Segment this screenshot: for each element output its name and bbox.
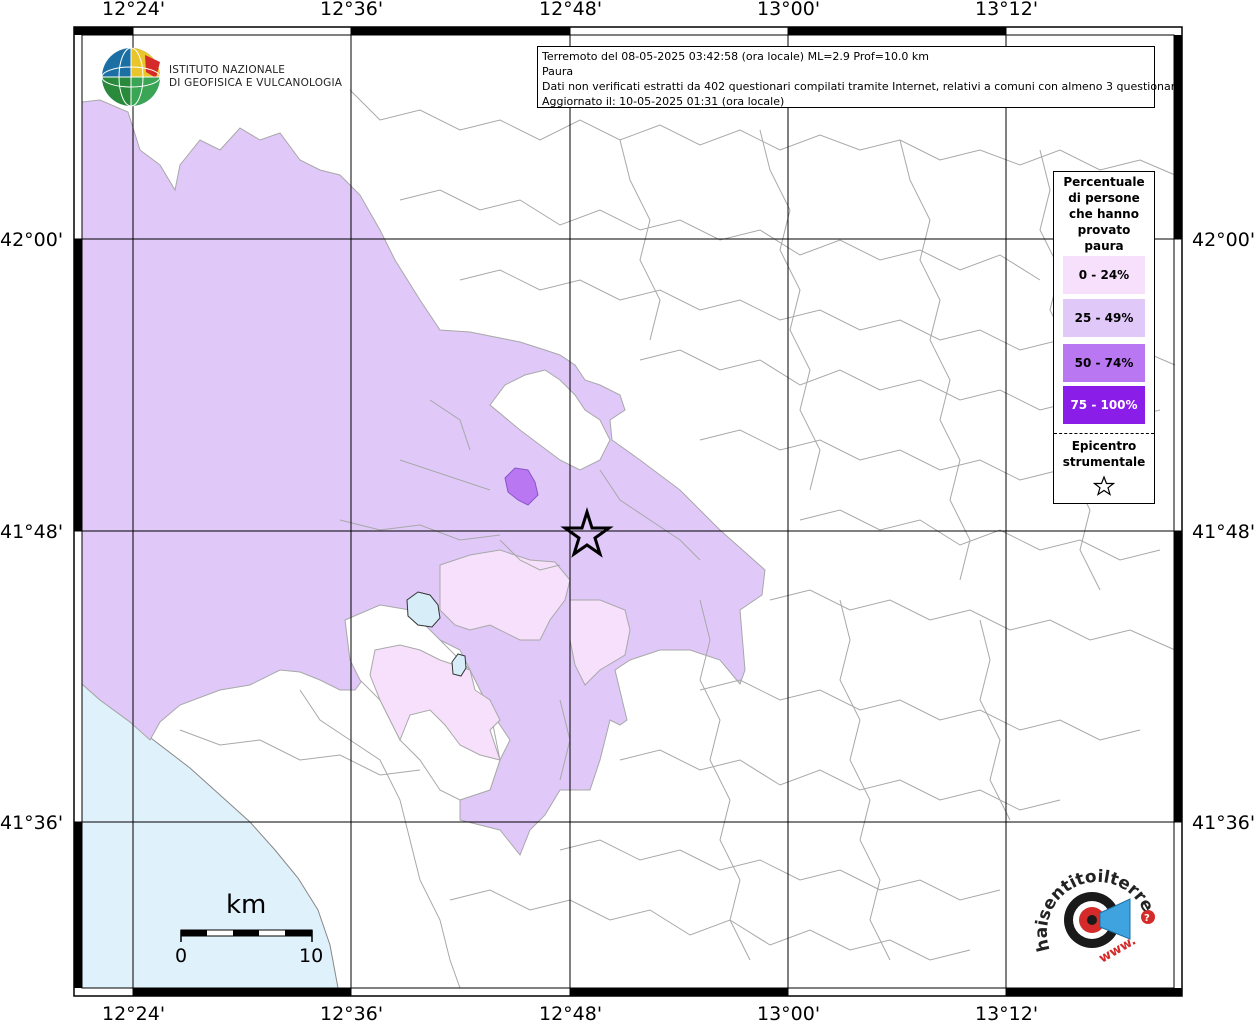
epicenter-legend-line: strumentale [1062,455,1146,469]
map-parameter: Paura [542,65,574,78]
bottom-tick-label-2: 12°36' [320,1003,384,1025]
epicenter-legend-label: Epicentro strumentale [1054,438,1154,470]
legend-title: Percentuale di persone che hanno provato… [1054,174,1154,254]
legend-swatch-label: 0 - 24% [1078,268,1130,282]
haisentito-badge: haisentitoilterremoto.it ? www. [1030,855,1158,966]
right-tick-label-2: 41°48' [1192,521,1256,543]
legend-swatch-50-74: 50 - 74% [1063,344,1145,382]
legend-panel: Percentuale di persone che hanno provato… [1053,171,1155,504]
badge-question-mark: ? [1144,913,1150,924]
update-timestamp: Aggiornato il: 10-05-2025 01:31 (ora loc… [542,95,785,108]
top-tick-label-4: 13°00' [757,0,821,20]
ingv-logo-line2: DI GEOFISICA E VULCANOLOGIA [169,77,343,89]
legend-swatch-75-100: 75 - 100% [1063,386,1145,424]
bottom-tick-label-5: 13°12' [975,1003,1039,1025]
legend-title-line: di persone [1068,191,1140,205]
left-tick-label-2: 41°48' [0,521,64,543]
legend-swatch-label: 25 - 49% [1074,311,1134,325]
right-tick-label-3: 41°36' [1192,812,1256,834]
bottom-tick-label-4: 13°00' [757,1003,821,1025]
legend-divider [1054,433,1154,434]
scale-unit-label: km [226,890,267,920]
top-tick-label-1: 12°24' [102,0,166,20]
ingv-logo-text: ISTITUTO NAZIONALE DI GEOFISICA E VULCAN… [169,64,342,90]
legend-title-line: che hanno [1069,207,1139,221]
left-tick-label-1: 42°00' [0,229,64,251]
legend-swatch-25-49: 25 - 49% [1063,299,1145,337]
data-disclaimer: Dati non verificati estratti da 402 ques… [542,80,1182,93]
top-tick-label-5: 13°12' [975,0,1039,20]
epicenter-legend-line: Epicentro [1071,439,1137,453]
ingv-logo-line1: ISTITUTO NAZIONALE [169,64,286,76]
legend-swatch-label: 75 - 100% [1070,398,1138,412]
scale-max-label: 10 [299,945,324,967]
legend-swatch-label: 50 - 74% [1074,356,1134,370]
legend-title-line: Percentuale [1063,175,1145,189]
scale-min-label: 0 [175,945,188,967]
star-icon [1093,475,1115,496]
legend-title-line: paura [1084,239,1124,253]
left-tick-label-3: 41°36' [0,812,64,834]
earthquake-summary: Terremoto del 08-05-2025 03:42:58 (ora l… [542,50,930,63]
right-tick-label-1: 42°00' [1192,229,1256,251]
top-tick-label-2: 12°36' [320,0,384,20]
top-tick-label-3: 12°48' [539,0,603,20]
ingv-globe-icon [101,47,161,107]
legend-swatch-0-24: 0 - 24% [1063,256,1145,294]
legend-title-line: provato [1077,223,1131,237]
bottom-tick-label-1: 12°24' [102,1003,166,1025]
bottom-tick-label-3: 12°48' [539,1003,603,1025]
earthquake-info-box: Terremoto del 08-05-2025 03:42:58 (ora l… [537,46,1182,108]
